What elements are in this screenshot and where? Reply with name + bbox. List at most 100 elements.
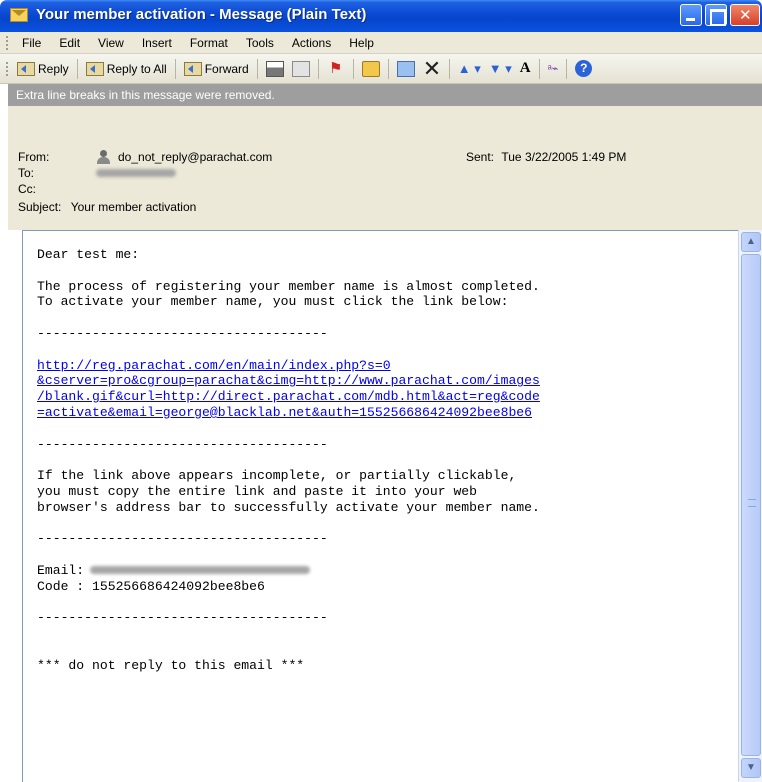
toolbar-separator — [256, 58, 258, 79]
body-paragraph-2-line-2: you must copy the entire link and paste … — [37, 483, 478, 499]
footer-note: *** do not reply to this email *** — [37, 657, 305, 673]
translate-button[interactable]: ᵃ⌁ — [544, 62, 563, 75]
maximize-button[interactable] — [705, 4, 727, 26]
toolbar-separator — [317, 58, 319, 79]
divider-line: ------------------------------------- — [37, 436, 328, 452]
font-size-icon: A — [519, 60, 531, 76]
standard-toolbar: Reply Reply to All Forward ⚑ ✕ ▲ ▾ ▼ ▾ A… — [0, 54, 762, 84]
scrollbar-thumb[interactable] — [741, 254, 761, 756]
forward-button[interactable]: Forward — [180, 61, 253, 76]
reply-all-label: Reply to All — [106, 61, 167, 76]
scrollbar-grip-icon — [748, 499, 756, 507]
menu-actions[interactable]: Actions — [283, 36, 340, 50]
menu-tools[interactable]: Tools — [237, 36, 283, 50]
scroll-up-button[interactable]: ▲ — [741, 232, 761, 252]
forward-label: Forward — [204, 61, 249, 76]
sent-label: Sent: — [466, 150, 495, 164]
subject-label: Subject: — [18, 200, 62, 214]
print-button[interactable] — [262, 60, 288, 77]
vertical-scrollbar[interactable]: ▲ ▼ — [738, 230, 762, 782]
move-button[interactable] — [393, 60, 419, 77]
flag-icon: ⚑ — [329, 59, 343, 77]
code-line: Code : 155256686424092bee8be6 — [37, 578, 265, 594]
menu-grip-handle[interactable] — [6, 35, 9, 50]
previous-item-button[interactable]: ▲ ▾ — [454, 61, 485, 77]
toolbar-separator — [448, 58, 450, 79]
body-paragraph-1-line-1: The process of registering your member n… — [37, 278, 540, 294]
to-recipient-redacted[interactable] — [96, 169, 176, 177]
divider-line: ------------------------------------- — [37, 325, 328, 341]
minimize-button[interactable] — [680, 4, 702, 26]
forward-icon — [183, 61, 202, 76]
email-label: Email: — [37, 562, 85, 578]
email-redacted — [90, 566, 311, 575]
close-button[interactable] — [730, 4, 760, 26]
menu-format[interactable]: Format — [181, 36, 237, 50]
person-icon — [96, 150, 114, 164]
body-paragraph-1-line-2: To activate your member name, you must c… — [37, 294, 509, 310]
message-header: From: do_not_reply@parachat.com Sent: Tu… — [8, 106, 762, 230]
activation-link-line-4[interactable]: =activate&email=george@blacklab.net&auth… — [37, 405, 532, 420]
reply-label: Reply — [38, 61, 69, 76]
reply-button[interactable]: Reply — [13, 61, 73, 76]
help-button[interactable]: ? — [571, 60, 596, 77]
reply-all-button[interactable]: Reply to All — [82, 61, 171, 76]
divider-line: ------------------------------------- — [37, 531, 328, 547]
chevron-up-icon: ▲ — [746, 236, 756, 247]
info-bar[interactable]: Extra line breaks in this message were r… — [8, 84, 762, 106]
from-label: From: — [18, 150, 50, 164]
reply-all-icon — [85, 61, 104, 76]
move-to-folder-button[interactable] — [358, 60, 384, 77]
message-body-text: Dear test me: The process of registering… — [37, 247, 737, 674]
help-icon: ? — [575, 60, 593, 77]
toolbar-separator — [174, 58, 176, 79]
next-item-button[interactable]: ▼ ▾ — [485, 61, 516, 77]
subject-value: Your member activation — [70, 200, 197, 214]
body-paragraph-2-line-3: browser's address bar to successfully ac… — [37, 499, 540, 515]
window-title: Your member activation - Message (Plain … — [36, 6, 367, 23]
sent-value: Tue 3/22/2005 1:49 PM — [501, 150, 627, 164]
activation-link-line-2[interactable]: &cserver=pro&cgroup=parachat&cimg=http:/… — [37, 373, 540, 388]
from-address: do_not_reply@parachat.com — [118, 150, 273, 164]
print-icon — [265, 60, 284, 77]
message-envelope-icon — [10, 8, 28, 22]
copy-button[interactable] — [288, 60, 314, 77]
activation-link-line-3[interactable]: /blank.gif&curl=http://direct.parachat.c… — [37, 389, 540, 404]
down-arrow-icon: ▼ ▾ — [488, 60, 512, 76]
font-size-button[interactable]: A — [516, 60, 535, 77]
body-paragraph-2-line-1: If the link above appears incomplete, or… — [37, 468, 517, 484]
from-value[interactable]: do_not_reply@parachat.com — [96, 150, 272, 164]
scroll-down-button[interactable]: ▼ — [741, 758, 761, 778]
title-bar[interactable]: Your member activation - Message (Plain … — [0, 0, 762, 32]
menu-edit[interactable]: Edit — [50, 36, 89, 50]
subject-row: Subject: Your member activation — [18, 200, 196, 214]
toolbar-separator — [76, 58, 78, 79]
toolbar-separator — [387, 58, 389, 79]
to-row: To: — [18, 166, 76, 180]
toolbar-grip-handle[interactable] — [6, 61, 9, 76]
activation-link-line-1[interactable]: http://reg.parachat.com/en/main/index.ph… — [37, 358, 391, 373]
info-bar-text: Extra line breaks in this message were r… — [16, 88, 275, 102]
follow-up-button[interactable]: ⚑ — [323, 59, 349, 77]
greeting: Dear test me: — [37, 247, 140, 262]
chevron-down-icon: ▼ — [746, 762, 756, 773]
menu-insert[interactable]: Insert — [133, 36, 181, 50]
toolbar-separator — [352, 58, 354, 79]
menu-file[interactable]: File — [13, 36, 50, 50]
cc-label: Cc: — [18, 182, 36, 196]
divider-line: ------------------------------------- — [37, 610, 328, 626]
move-icon — [396, 60, 415, 77]
cc-row: Cc: — [18, 182, 76, 196]
toolbar-separator — [538, 58, 540, 79]
sent-row: Sent: Tue 3/22/2005 1:49 PM — [466, 150, 626, 164]
menu-help[interactable]: Help — [340, 36, 383, 50]
menu-bar: File Edit View Insert Format Tools Actio… — [0, 32, 762, 54]
to-label: To: — [18, 166, 35, 180]
folder-icon — [361, 60, 380, 77]
up-arrow-icon: ▲ ▾ — [457, 60, 481, 76]
menu-view[interactable]: View — [89, 36, 133, 50]
message-body-pane[interactable]: Dear test me: The process of registering… — [22, 230, 762, 782]
translate-icon: ᵃ⌁ — [547, 63, 559, 75]
reply-icon — [17, 61, 35, 76]
delete-button[interactable]: ✕ — [419, 57, 445, 79]
